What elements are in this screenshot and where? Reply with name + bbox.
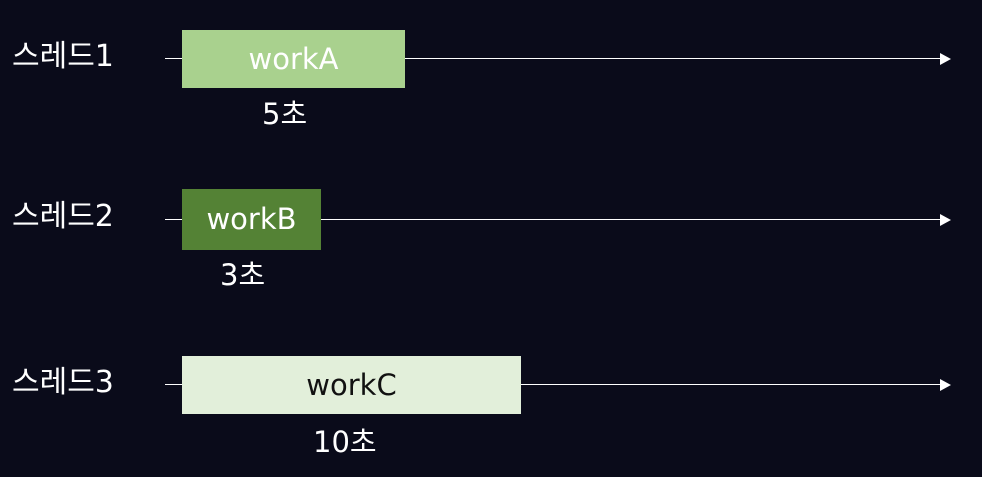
work-block: workA <box>182 30 405 88</box>
arrow-right-icon <box>940 214 951 226</box>
thread-label: 스레드3 <box>12 365 114 400</box>
arrow-right-icon <box>940 53 951 65</box>
duration-label: 3초 <box>220 258 266 292</box>
duration-label: 5초 <box>262 97 308 131</box>
work-label: workA <box>248 41 339 76</box>
duration-label: 10초 <box>313 425 377 459</box>
thread-label: 스레드2 <box>12 199 114 234</box>
thread-label: 스레드1 <box>12 39 114 74</box>
work-label: workB <box>206 202 297 236</box>
arrow-right-icon <box>940 379 951 391</box>
work-block: workB <box>182 189 321 250</box>
work-label: workC <box>306 367 397 402</box>
work-block: workC <box>182 356 521 414</box>
